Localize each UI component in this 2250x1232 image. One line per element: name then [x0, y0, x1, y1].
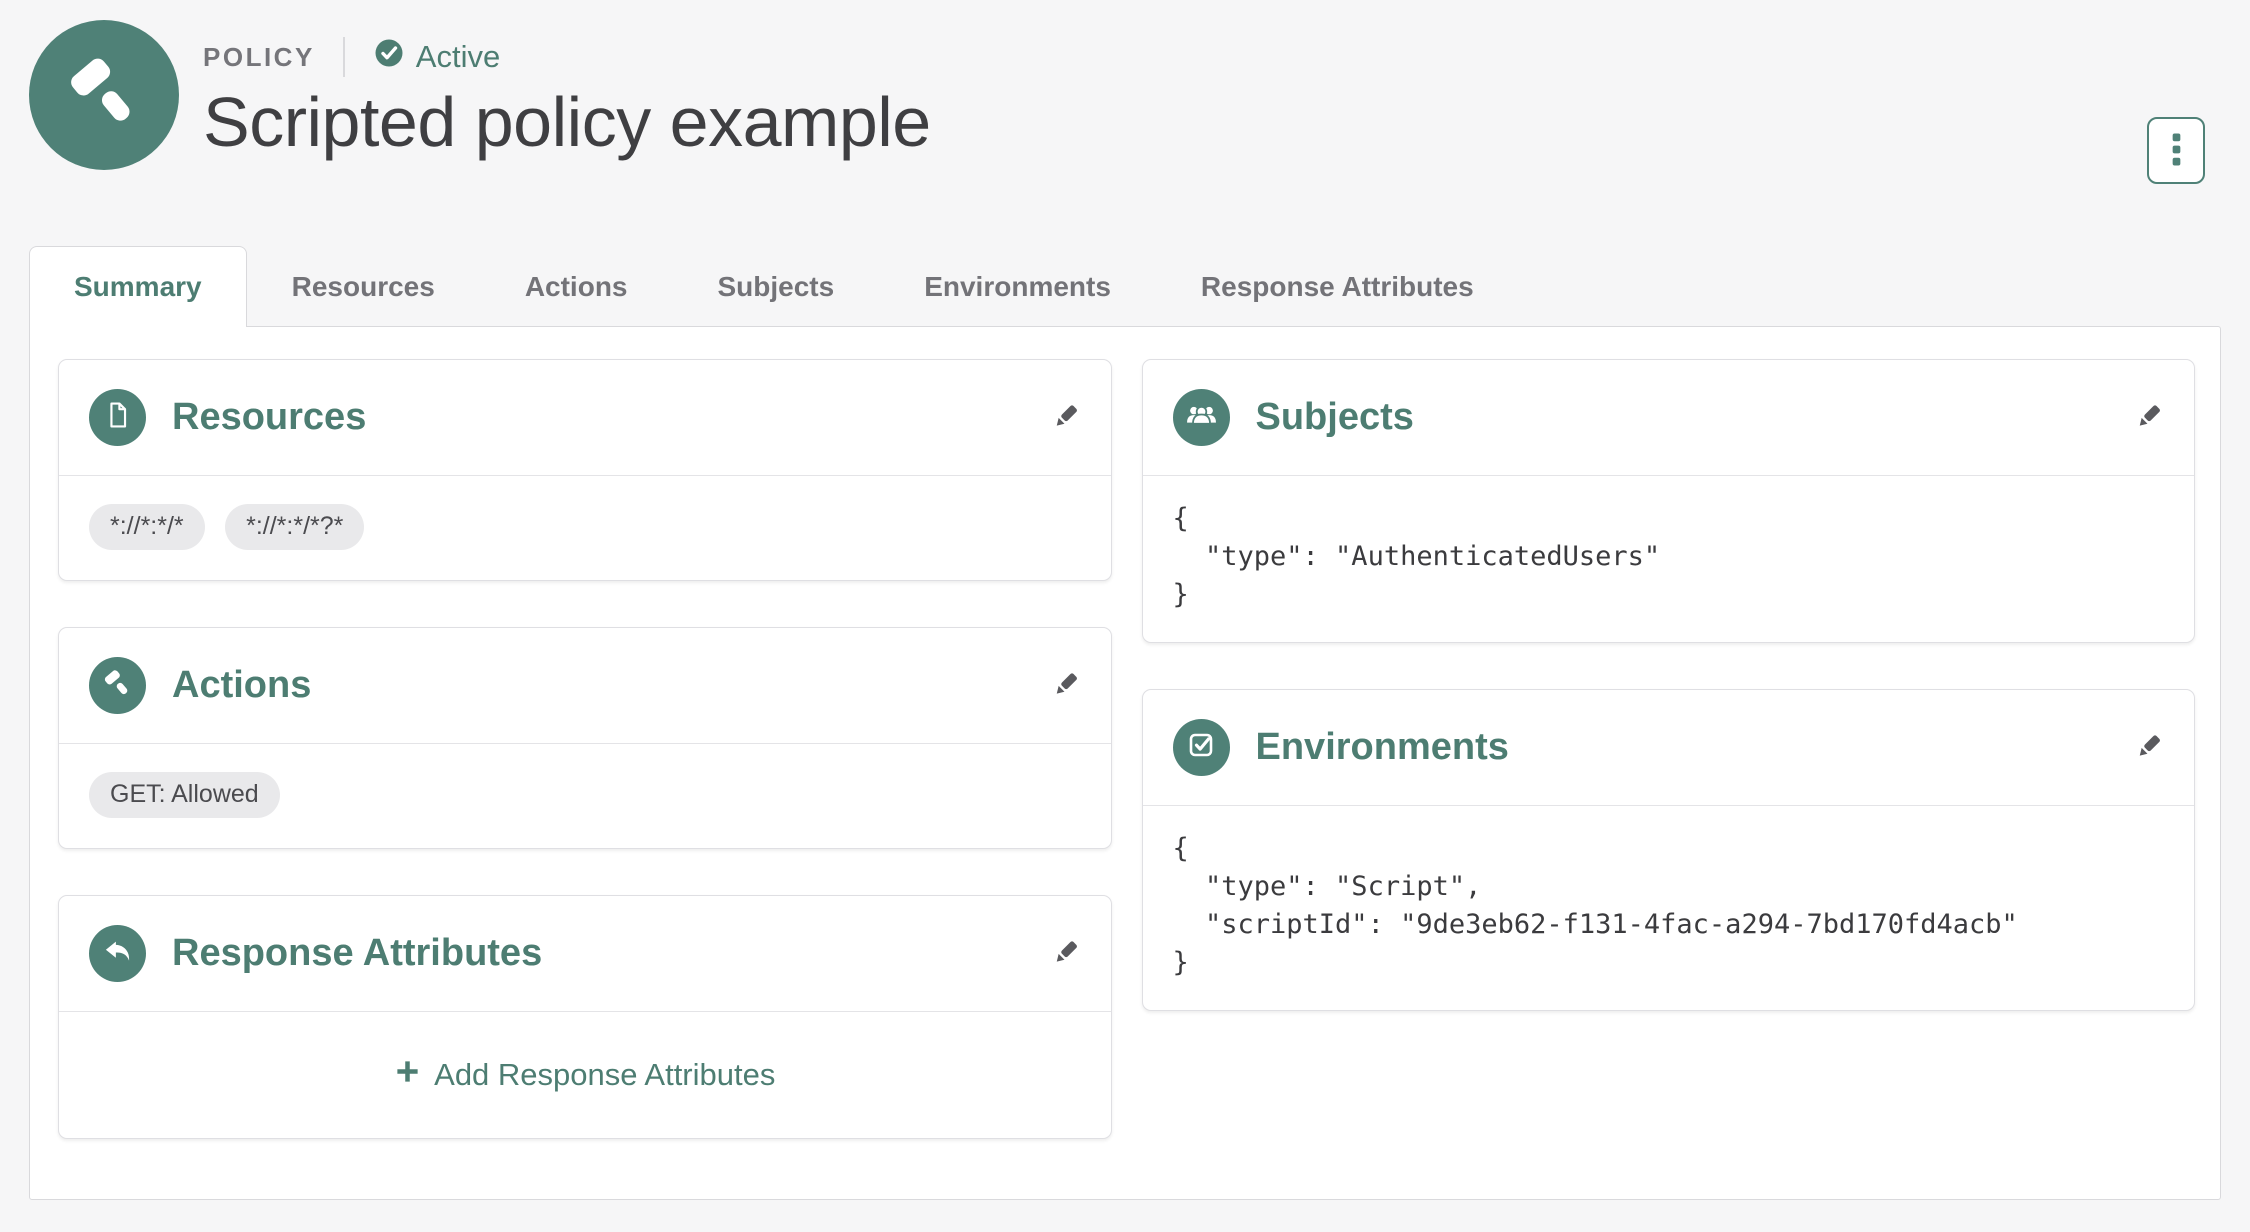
pencil-icon — [1050, 669, 1081, 703]
tab-bar: Summary Resources Actions Subjects Envir… — [0, 246, 2250, 327]
edit-subjects-button[interactable] — [2133, 401, 2164, 435]
entity-type-label: POLICY — [203, 41, 315, 72]
add-response-attributes-button[interactable]: Add Response Attributes — [394, 1057, 775, 1093]
edit-response-attributes-button[interactable] — [1050, 937, 1081, 971]
policy-avatar — [29, 20, 179, 170]
actions-icon-circle — [89, 657, 146, 714]
subjects-card: Subjects { "type": "AuthenticatedUsers" … — [1141, 359, 2195, 643]
environments-card-body: { "type": "Script", "scriptId": "9de3eb6… — [1142, 805, 2194, 1010]
response-attributes-card: Response Attributes Add Response Attribu… — [58, 895, 1112, 1139]
edit-resources-button[interactable] — [1050, 401, 1081, 435]
environments-json: { "type": "Script", "scriptId": "9de3eb6… — [1172, 833, 2018, 978]
check-circle-icon — [373, 37, 416, 77]
actions-card-title: Actions — [172, 664, 312, 706]
response-attributes-card-header: Response Attributes — [59, 896, 1111, 1011]
environments-icon-circle — [1172, 719, 1230, 776]
status-badge: Active — [373, 37, 500, 77]
policy-page: POLICY Active Scripted policy example Su… — [0, 0, 2250, 1232]
reply-arrow-icon — [101, 934, 135, 973]
file-icon — [103, 400, 133, 435]
header-text-block: POLICY Active Scripted policy example — [203, 20, 931, 161]
pencil-icon — [2133, 731, 2164, 765]
environments-card-header: Environments — [1143, 690, 2195, 805]
meta-divider — [342, 37, 345, 77]
users-icon — [1184, 398, 1219, 438]
pencil-icon — [1050, 937, 1081, 971]
tab-actions[interactable]: Actions — [480, 246, 673, 326]
response-attributes-card-title: Response Attributes — [172, 932, 543, 974]
tab-environments[interactable]: Environments — [879, 246, 1156, 326]
actions-card-header: Actions — [59, 628, 1111, 743]
gavel-icon — [61, 50, 147, 141]
resources-card: Resources *://*:*/* *://*:*/*?* — [58, 359, 1112, 581]
edit-actions-button[interactable] — [1050, 669, 1081, 703]
actions-card-body: GET: Allowed — [59, 743, 1111, 848]
resources-card-header: Resources — [59, 360, 1111, 475]
resources-card-title: Resources — [172, 396, 367, 438]
tab-resources[interactable]: Resources — [247, 246, 480, 326]
page-title: Scripted policy example — [203, 83, 931, 161]
subjects-icon-circle — [1172, 389, 1230, 446]
action-tag: GET: Allowed — [89, 772, 280, 818]
subjects-card-title: Subjects — [1255, 396, 1414, 438]
edit-environments-button[interactable] — [2133, 731, 2164, 765]
summary-tab-panel: Resources *://*:*/* *://*:*/*?* Actions … — [29, 326, 2221, 1200]
response-attributes-icon-circle — [89, 925, 146, 982]
header-meta-row: POLICY Active — [203, 36, 931, 78]
tab-response-attributes[interactable]: Response Attributes — [1156, 246, 1519, 326]
more-options-button[interactable] — [2147, 117, 2205, 184]
resources-icon-circle — [89, 389, 146, 446]
pencil-icon — [2133, 401, 2164, 435]
page-header: POLICY Active Scripted policy example — [0, 0, 2250, 184]
actions-card: Actions GET: Allowed — [58, 627, 1112, 849]
environments-card: Environments { "type": "Script", "script… — [1141, 689, 2195, 1011]
subjects-card-header: Subjects — [1143, 360, 2195, 475]
add-response-attributes-label: Add Response Attributes — [434, 1057, 776, 1092]
subjects-json: { "type": "AuthenticatedUsers" } — [1172, 503, 1661, 610]
left-column: Resources *://*:*/* *://*:*/*?* Actions … — [58, 359, 1112, 1139]
subjects-card-body: { "type": "AuthenticatedUsers" } — [1142, 475, 2194, 642]
environments-card-title: Environments — [1255, 726, 1509, 768]
kebab-vertical-icon — [2172, 133, 2181, 169]
tab-subjects[interactable]: Subjects — [673, 246, 880, 326]
tab-summary[interactable]: Summary — [29, 246, 247, 327]
resource-tag: *://*:*/* — [89, 504, 205, 550]
plus-icon — [394, 1057, 421, 1093]
response-attributes-card-body: Add Response Attributes — [59, 1011, 1111, 1138]
checkbox-check-icon — [1185, 729, 1217, 766]
gavel-icon — [101, 667, 134, 705]
resources-card-body: *://*:*/* *://*:*/*?* — [59, 475, 1111, 580]
pencil-icon — [1050, 401, 1081, 435]
resource-tag: *://*:*/*?* — [225, 504, 365, 550]
status-label: Active — [415, 39, 501, 74]
right-column: Subjects { "type": "AuthenticatedUsers" … — [1141, 359, 2195, 1011]
